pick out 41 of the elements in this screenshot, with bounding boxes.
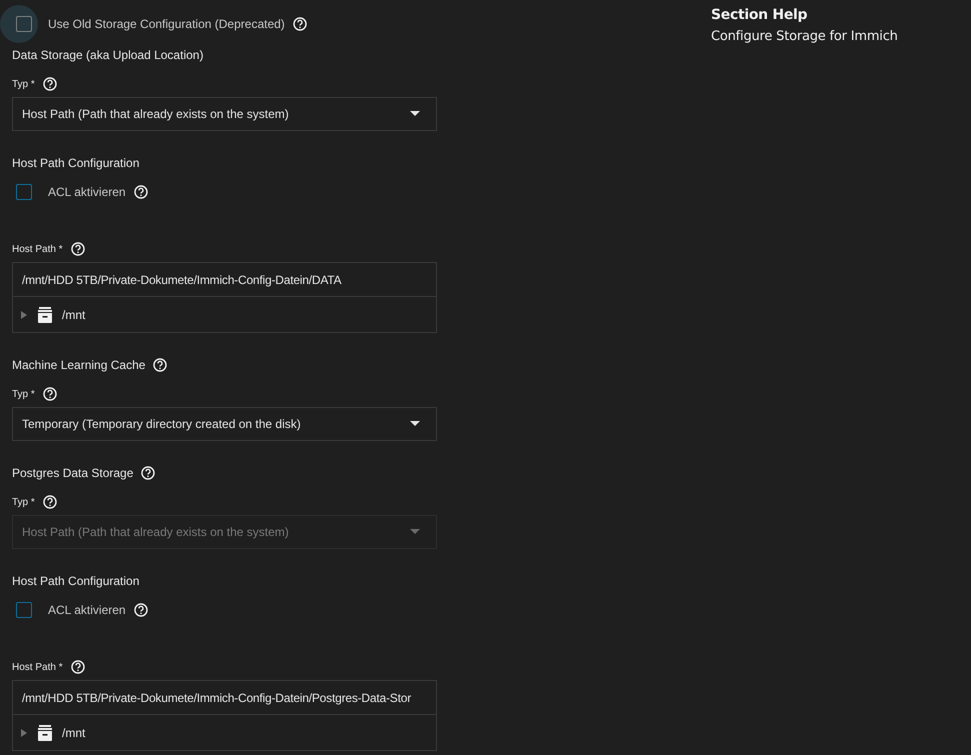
expand-icon[interactable] xyxy=(20,728,28,736)
field-label: Host Path * xyxy=(12,662,63,672)
help-icon[interactable] xyxy=(70,660,85,674)
section-heading: Data Storage (aka Upload Location) xyxy=(12,48,204,62)
section-heading: Postgres Data Storage xyxy=(12,466,134,480)
checkbox-label: ACL aktivieren xyxy=(48,603,126,617)
caret-icon[interactable] xyxy=(410,111,420,117)
checkbox[interactable] xyxy=(16,16,32,32)
select-field[interactable]: Host Path (Path that already exists on the system) xyxy=(12,97,437,131)
field-label: Typ * xyxy=(12,388,35,400)
help-icon[interactable] xyxy=(292,17,307,31)
select-field[interactable]: Temporary (Temporary directory created on the disk) xyxy=(12,407,437,441)
tree-row[interactable]: /mnt xyxy=(12,297,437,333)
input-field[interactable]: /mnt/HDD 5TB/Private-Dokumete/Immich-Config-Datein/DATA xyxy=(12,262,437,297)
checkbox[interactable] xyxy=(16,184,32,200)
field-label: Typ * xyxy=(12,78,35,90)
expand-icon[interactable] xyxy=(20,310,28,318)
field-label: Host Path * xyxy=(12,244,63,254)
checkbox-label: Use Old Storage Configuration (Deprecated) xyxy=(48,17,285,31)
section-heading: Machine Learning Cache xyxy=(12,358,146,372)
help-text: Configure Storage for Immich xyxy=(711,29,898,44)
help-icon[interactable] xyxy=(42,387,57,401)
help-icon[interactable] xyxy=(42,77,57,91)
tree-row[interactable]: /mnt xyxy=(12,715,437,751)
help-icon[interactable] xyxy=(153,358,168,372)
archive-icon xyxy=(36,724,54,742)
input-field[interactable]: /mnt/HDD 5TB/Private-Dokumete/Immich-Config-Datein/Postgres-Data-Stor xyxy=(12,680,437,715)
checkbox[interactable] xyxy=(16,602,32,618)
checkbox-label: ACL aktivieren xyxy=(48,185,126,199)
help-icon[interactable] xyxy=(134,603,148,617)
tree-label: /mnt xyxy=(62,726,86,740)
help-icon[interactable] xyxy=(70,242,85,256)
field-label: Typ * xyxy=(12,496,35,508)
section-heading: Host Path Configuration xyxy=(12,156,140,170)
section-heading: Host Path Configuration xyxy=(12,574,140,588)
caret-icon[interactable] xyxy=(410,421,420,427)
help-icon[interactable] xyxy=(141,466,156,480)
help-icon[interactable] xyxy=(134,185,148,199)
tree-label: /mnt xyxy=(62,308,86,322)
archive-icon xyxy=(36,306,54,324)
section-title: Section Help xyxy=(711,7,808,23)
